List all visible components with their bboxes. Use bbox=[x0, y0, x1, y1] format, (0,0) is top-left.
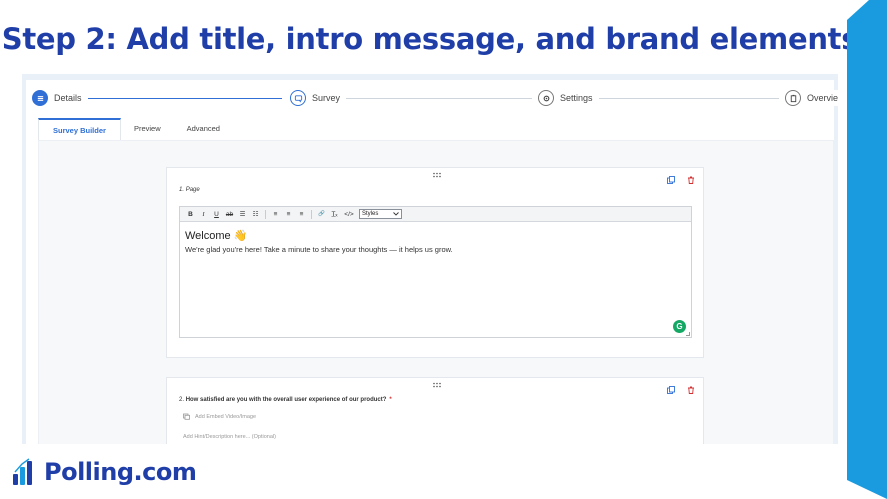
image-icon bbox=[183, 413, 190, 420]
ordered-list-button[interactable]: ☰ bbox=[236, 207, 249, 222]
copy-icon[interactable] bbox=[667, 176, 675, 184]
bold-button[interactable]: B bbox=[184, 207, 197, 222]
copy-icon[interactable] bbox=[667, 386, 675, 394]
rich-text-editor[interactable]: B I U ab ☰ ☷ ≡ ≡ ≡ 🔗 T̲ₓ </> Styles Welc… bbox=[179, 206, 692, 338]
clipboard-icon bbox=[785, 90, 801, 106]
tab-advanced[interactable]: Advanced bbox=[174, 118, 233, 140]
question-number: 1. bbox=[179, 187, 185, 193]
drag-handle-icon[interactable] bbox=[432, 382, 442, 388]
intro-message: We're glad you're here! Take a minute to… bbox=[185, 245, 453, 254]
required-mark: * bbox=[389, 397, 392, 403]
stepper-line-3 bbox=[577, 98, 787, 99]
question-title: Page bbox=[185, 187, 200, 193]
step-survey[interactable]: Survey bbox=[284, 90, 347, 106]
code-button[interactable]: </> bbox=[341, 207, 357, 222]
app-screenshot: Details Survey Settings Overview bbox=[22, 74, 838, 444]
question-card-2[interactable]: 2. How satisfied are you with the overal… bbox=[166, 377, 704, 444]
align-left-button[interactable]: ≡ bbox=[269, 207, 282, 222]
app-window: Details Survey Settings Overview bbox=[26, 80, 838, 444]
trash-icon[interactable] bbox=[687, 176, 695, 184]
card-actions bbox=[667, 386, 695, 394]
question-number: 2. bbox=[179, 397, 185, 403]
hint-description-input[interactable]: Add Hint/Description here... (Optional) bbox=[183, 434, 276, 440]
step-label: Overview bbox=[807, 93, 838, 103]
grammarly-icon[interactable]: G bbox=[673, 320, 686, 333]
slide-title: Step 2: Add title, intro message, and br… bbox=[1, 22, 859, 56]
step-label: Survey bbox=[312, 93, 341, 103]
resize-handle-icon[interactable] bbox=[686, 332, 690, 336]
progress-stepper: Details Survey Settings Overview bbox=[32, 90, 838, 110]
gear-icon bbox=[538, 90, 554, 106]
welcome-heading: Welcome 👋 bbox=[185, 230, 248, 242]
builder-tabs: Survey Builder Preview Advanced bbox=[38, 118, 233, 140]
drag-handle-icon[interactable] bbox=[432, 172, 442, 178]
bullet-list-button[interactable]: ☷ bbox=[249, 207, 262, 222]
align-right-button[interactable]: ≡ bbox=[295, 207, 308, 222]
list-icon bbox=[32, 90, 48, 106]
brand-logo: Polling.com bbox=[12, 458, 197, 486]
trash-icon[interactable] bbox=[687, 386, 695, 394]
toolbar-divider bbox=[265, 209, 266, 219]
styles-dropdown-value: Styles bbox=[362, 211, 379, 217]
editor-content[interactable]: Welcome 👋 We're glad you're here! Take a… bbox=[180, 222, 691, 337]
step-overview[interactable]: Overview bbox=[779, 90, 838, 106]
survey-icon bbox=[290, 90, 306, 106]
align-center-button[interactable]: ≡ bbox=[282, 207, 295, 222]
step-label: Settings bbox=[560, 93, 593, 103]
accent-bar bbox=[847, 0, 887, 499]
add-embed-media-link[interactable]: Add Embed Video/Image bbox=[183, 413, 256, 420]
question-label: 1. Page bbox=[179, 187, 200, 193]
survey-builder-panel: 1. Page B I U ab ☰ ☷ ≡ ≡ ≡ 🔗 T̲ₓ </> Sty… bbox=[38, 140, 834, 444]
italic-button[interactable]: I bbox=[197, 207, 210, 222]
step-label: Details bbox=[54, 93, 82, 103]
styles-dropdown[interactable]: Styles bbox=[359, 209, 402, 219]
chevron-down-icon bbox=[393, 212, 399, 216]
polling-logo-icon bbox=[13, 458, 32, 485]
tab-preview[interactable]: Preview bbox=[121, 118, 174, 140]
toolbar-divider bbox=[311, 209, 312, 219]
step-details[interactable]: Details bbox=[32, 90, 88, 106]
brand-name: Polling.com bbox=[44, 458, 197, 486]
card-actions bbox=[667, 176, 695, 184]
tab-survey-builder[interactable]: Survey Builder bbox=[38, 118, 121, 140]
editor-toolbar: B I U ab ☰ ☷ ≡ ≡ ≡ 🔗 T̲ₓ </> Styles bbox=[180, 207, 691, 222]
question-title: How satisfied are you with the overall u… bbox=[185, 397, 387, 403]
stepper-line-2 bbox=[327, 98, 537, 99]
embed-label: Add Embed Video/Image bbox=[195, 413, 257, 420]
strikethrough-button[interactable]: ab bbox=[223, 207, 236, 222]
step-settings[interactable]: Settings bbox=[532, 90, 599, 106]
underline-button[interactable]: U bbox=[210, 207, 223, 222]
question-card-1[interactable]: 1. Page B I U ab ☰ ☷ ≡ ≡ ≡ 🔗 T̲ₓ </> Sty… bbox=[166, 167, 704, 358]
link-button[interactable]: 🔗 bbox=[315, 207, 328, 222]
clear-format-button[interactable]: T̲ₓ bbox=[328, 207, 341, 222]
question-label[interactable]: 2. How satisfied are you with the overal… bbox=[179, 397, 392, 403]
